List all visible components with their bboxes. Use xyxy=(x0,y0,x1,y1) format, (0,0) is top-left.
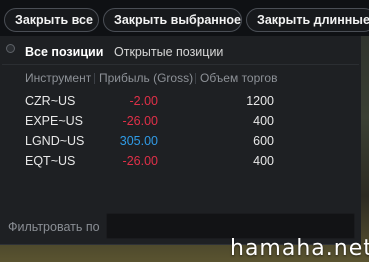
close-all-button[interactable]: Закрыть все xyxy=(4,8,99,32)
table-row[interactable]: EQT~US -26.00 400 xyxy=(0,154,361,174)
table-row[interactable]: CZR~US -2.00 1200 xyxy=(0,94,361,114)
cell-profit: -26.00 xyxy=(122,114,158,128)
cell-symbol: CZR~US xyxy=(25,94,76,108)
column-divider[interactable] xyxy=(195,73,196,84)
positions-panel: Все позиции Открытые позиции Инструмент … xyxy=(0,36,361,245)
column-header-profit[interactable]: Прибыль (Gross) xyxy=(99,71,193,85)
filter-label: Фильтровать по xyxy=(8,220,100,234)
cell-symbol: LGND~US xyxy=(25,134,85,148)
column-header-volume[interactable]: Объем торгов xyxy=(200,71,277,85)
tab-open-positions[interactable]: Открытые позиции xyxy=(114,45,223,59)
table-row[interactable]: LGND~US 305.00 600 xyxy=(0,134,361,154)
cell-profit: 305.00 xyxy=(119,134,158,148)
toolbar: Закрыть все Закрыть выбранное Закрыть дл… xyxy=(0,0,369,36)
tab-divider xyxy=(2,64,359,65)
column-header-instrument[interactable]: Инструмент xyxy=(25,71,91,85)
cell-volume: 400 xyxy=(253,154,274,168)
cell-volume: 1200 xyxy=(246,94,274,108)
tab-all-positions[interactable]: Все позиции xyxy=(25,45,103,59)
column-divider[interactable] xyxy=(94,73,95,84)
cell-volume: 600 xyxy=(253,134,274,148)
cell-profit: -2.00 xyxy=(129,94,159,108)
watermark: hamaha.net xyxy=(230,236,369,261)
cell-symbol: EXPE~US xyxy=(25,114,84,128)
cell-symbol: EQT~US xyxy=(25,154,76,168)
cell-profit: -26.00 xyxy=(122,154,158,168)
table-row[interactable]: EXPE~US -26.00 400 xyxy=(0,114,361,134)
radio-icon[interactable] xyxy=(6,44,15,53)
close-long-button[interactable]: Закрыть длинные xyxy=(246,8,369,32)
cell-volume: 400 xyxy=(253,114,274,128)
close-selected-button[interactable]: Закрыть выбранное xyxy=(103,8,242,32)
